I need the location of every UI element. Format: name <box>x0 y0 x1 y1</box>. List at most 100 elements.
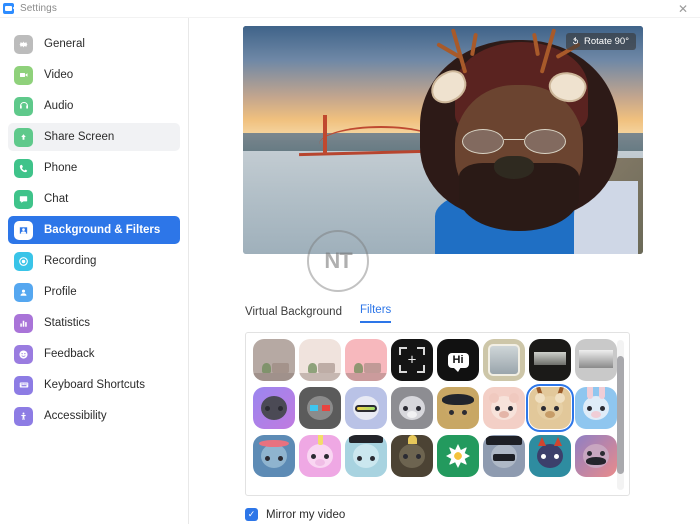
sidebar-item-label: Feedback <box>44 348 95 360</box>
filter-tile-soft-frame[interactable] <box>483 339 525 381</box>
close-icon[interactable]: ✕ <box>672 1 694 17</box>
sidebar-item-label: Statistics <box>44 317 91 329</box>
flower-crown-icon <box>253 435 295 477</box>
filter-tile-hi[interactable]: Hi <box>437 339 479 381</box>
filter-grid-container: + Hi <box>245 332 630 496</box>
pirate-hat-icon <box>437 387 479 429</box>
filter-tile-pineapple[interactable] <box>391 435 433 477</box>
bear-icon <box>483 387 525 429</box>
scrollbar-thumb[interactable] <box>617 356 624 474</box>
filter-tile-3d-glasses[interactable] <box>299 387 341 429</box>
bridge-tower <box>323 114 327 154</box>
sidebar-item-feedback[interactable]: Feedback <box>8 340 180 368</box>
mirror-my-video-checkbox[interactable]: ✓ <box>245 508 258 521</box>
tab-virtual-background[interactable]: Virtual Background <box>245 306 342 323</box>
graduation-cap-icon <box>345 435 387 477</box>
filter-tile-devil[interactable] <box>529 435 571 477</box>
rotate-90-button[interactable]: Rotate 90° <box>566 33 636 50</box>
record-circle-icon <box>14 251 33 271</box>
sidebar-item-label: Audio <box>44 100 74 112</box>
daisy-flower-icon <box>446 444 470 468</box>
crop-frame-plus-icon: + <box>399 347 425 373</box>
sidebar-item-label: Background & Filters <box>44 224 161 236</box>
filter-tile-unicorn[interactable] <box>299 435 341 477</box>
bandit-hat-icon <box>483 435 525 477</box>
unicorn-icon <box>299 435 341 477</box>
scene-thumbnail <box>345 339 387 381</box>
sidebar-item-share-screen[interactable]: Share Screen <box>8 123 180 151</box>
filter-tile-pink[interactable] <box>345 339 387 381</box>
sidebar-item-label: Share Screen <box>44 131 115 143</box>
tab-filters[interactable]: Filters <box>359 304 392 323</box>
window-title: Settings <box>20 3 57 14</box>
eyeglasses-bridge <box>504 138 524 141</box>
scene-thumbnail <box>299 339 341 381</box>
eyeglasses-icon <box>523 128 567 154</box>
sidebar-item-keyboard-shortcuts[interactable]: Keyboard Shortcuts <box>8 371 180 399</box>
filter-tile-pirate[interactable] <box>437 387 479 429</box>
filter-tile-mustache[interactable] <box>575 435 617 477</box>
filter-tile-sheep[interactable] <box>391 387 433 429</box>
profile-person-icon <box>14 282 33 302</box>
sidebar-item-label: Phone <box>44 162 78 174</box>
filter-tabs: Virtual Background Filters <box>245 304 392 323</box>
filter-tile-bandit-hat[interactable] <box>483 435 525 477</box>
rotate-icon <box>573 37 578 45</box>
sidebar-item-label: General <box>44 38 85 50</box>
zoom-camera-icon <box>3 3 15 14</box>
filter-tile-vr-headset[interactable] <box>253 387 295 429</box>
sidebar-item-label: Profile <box>44 286 77 298</box>
vr-headset-icon <box>253 387 295 429</box>
ski-goggles-icon <box>345 387 387 429</box>
filter-tile-ski-goggles[interactable] <box>345 387 387 429</box>
filter-tile-flower-crown[interactable] <box>253 435 295 477</box>
soft-frame-icon <box>488 344 520 376</box>
filter-grid-scrollbar[interactable] <box>617 340 624 490</box>
filter-tile-graduate[interactable] <box>345 435 387 477</box>
sidebar-item-statistics[interactable]: Statistics <box>8 309 180 337</box>
bw-photo-icon <box>579 350 613 368</box>
sidebar: General Video Audio Share Screen Phone C… <box>0 18 189 524</box>
sidebar-item-general[interactable]: General <box>8 30 180 58</box>
deer-icon <box>529 387 571 429</box>
sidebar-item-accessibility[interactable]: Accessibility <box>8 402 180 430</box>
sidebar-item-recording[interactable]: Recording <box>8 247 180 275</box>
settings-window: Settings ✕ General Video Audio Share Scr… <box>0 0 700 524</box>
3d-glasses-icon <box>299 387 341 429</box>
sidebar-item-label: Accessibility <box>44 410 107 422</box>
vignette-icon <box>534 352 566 365</box>
sidebar-item-chat[interactable]: Chat <box>8 185 180 213</box>
sidebar-item-background-and-filters[interactable]: Background & Filters <box>8 216 180 244</box>
sheep-icon <box>391 387 433 429</box>
rotate-90-label: Rotate 90° <box>584 36 629 47</box>
mirror-my-video-label: Mirror my video <box>266 508 346 521</box>
sidebar-item-profile[interactable]: Profile <box>8 278 180 306</box>
filter-tile-rabbit[interactable] <box>575 387 617 429</box>
filter-tile-add-filter[interactable]: + <box>391 339 433 381</box>
participant-video <box>395 26 643 254</box>
filter-tile-warm[interactable] <box>299 339 341 381</box>
background-person-icon <box>14 220 33 240</box>
video-camera-icon <box>14 65 33 85</box>
filter-tile-bear[interactable] <box>483 387 525 429</box>
filter-tile-daisy[interactable] <box>437 435 479 477</box>
phone-icon <box>14 158 33 178</box>
filter-tile-deer[interactable] <box>526 384 574 432</box>
bar-chart-icon <box>14 313 33 333</box>
deer-nose-icon <box>494 155 534 179</box>
main-panel: Rotate 90° NT Virtual Background Filters <box>189 18 700 524</box>
sidebar-item-phone[interactable]: Phone <box>8 154 180 182</box>
mustache-icon <box>575 435 617 477</box>
video-preview[interactable]: Rotate 90° <box>243 26 643 254</box>
filter-tile-none[interactable] <box>253 339 295 381</box>
sidebar-item-video[interactable]: Video <box>8 61 180 89</box>
sidebar-item-audio[interactable]: Audio <box>8 92 180 120</box>
filter-tile-dark-vignette[interactable] <box>529 339 571 381</box>
chat-bubble-icon <box>14 189 33 209</box>
hi-speech-bubble-icon: Hi <box>447 352 469 372</box>
mirror-my-video-row[interactable]: ✓ Mirror my video <box>245 508 345 521</box>
filter-grid: + Hi <box>253 339 624 477</box>
sidebar-item-label: Recording <box>44 255 97 267</box>
filter-tile-black-and-white[interactable] <box>575 339 617 381</box>
devil-icon <box>529 435 571 477</box>
